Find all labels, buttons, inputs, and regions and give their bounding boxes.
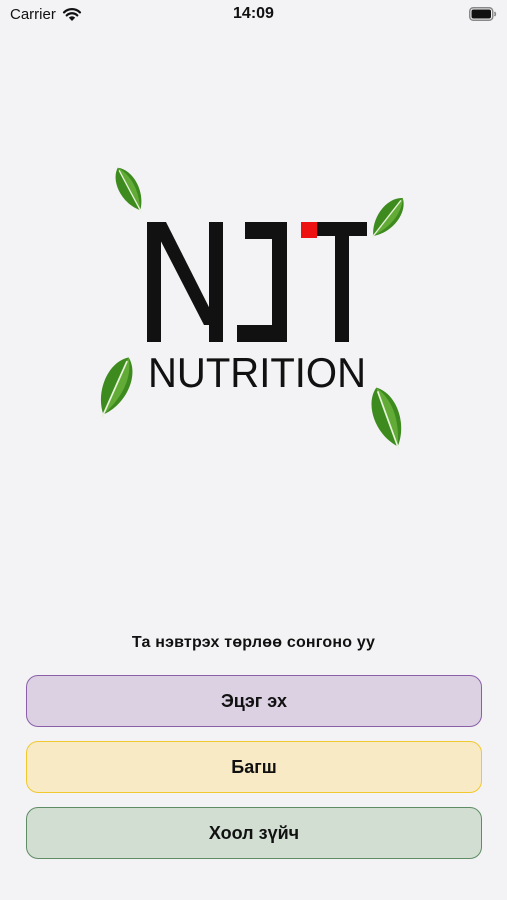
- leaf-bottom-right-icon: [363, 382, 412, 454]
- nutritionist-login-button[interactable]: Хоол зүйч: [26, 807, 482, 859]
- login-type-prompt: Та нэвтрэх төрлөө сонгоно уу: [131, 634, 376, 651]
- leaf-top-left-icon: [108, 165, 151, 218]
- leaf-top-right-icon: [363, 191, 412, 245]
- nutritionist-login-label: Хоол зүйч: [208, 822, 300, 843]
- parent-login-label: Эцэг эх: [220, 690, 288, 711]
- status-bar: Carrier 14:09: [0, 0, 507, 30]
- teacher-login-button[interactable]: Багш: [26, 741, 482, 793]
- battery-icon: [469, 7, 497, 21]
- ndt-nutrition-logo: NUTRITION: [95, 165, 412, 454]
- brand-text: NUTRITION: [148, 349, 366, 396]
- parent-login-button[interactable]: Эцэг эх: [26, 675, 482, 727]
- status-time: 14:09: [233, 5, 274, 22]
- teacher-login-label: Багш: [231, 756, 277, 777]
- leaf-bottom-left-icon: [95, 351, 142, 423]
